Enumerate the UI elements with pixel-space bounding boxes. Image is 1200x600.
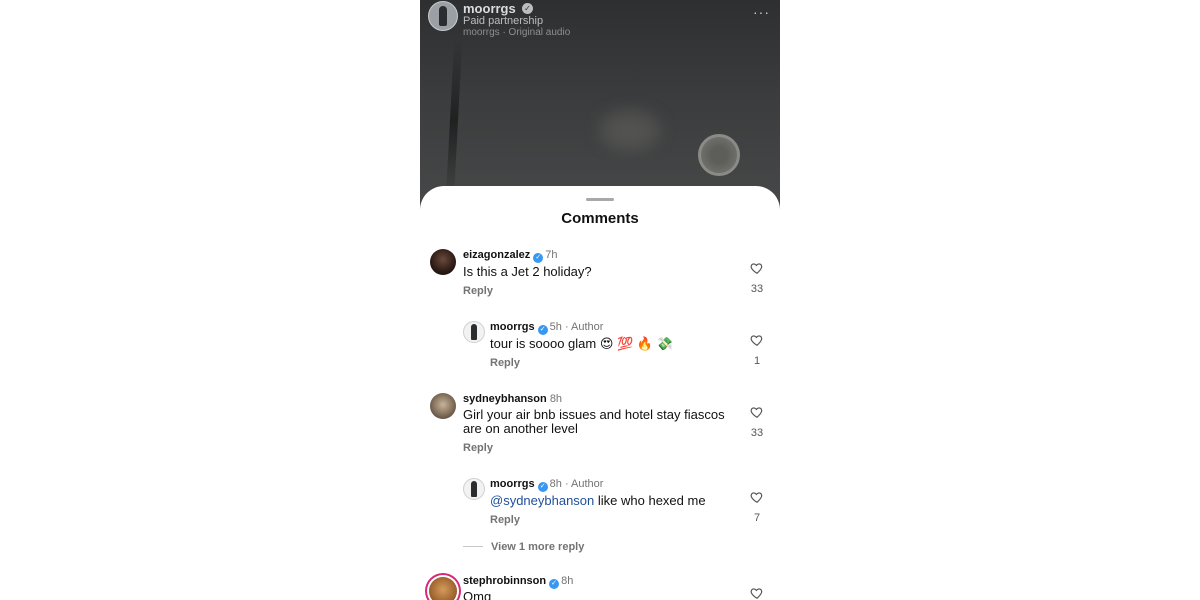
comment-username[interactable]: moorrgs <box>490 321 535 333</box>
reel-header: moorrgs ✓ Paid partnership moorrgs · Ori… <box>428 0 772 42</box>
reply-button[interactable]: Reply <box>490 514 520 526</box>
verified-icon: ✓ <box>522 3 533 14</box>
comment-meta: moorrgs ✓ 5h · Author <box>490 321 603 335</box>
like-count: 33 <box>750 283 764 295</box>
comment-username[interactable]: moorrgs <box>490 478 535 490</box>
mention-link[interactable]: @sydneybhanson <box>490 493 594 508</box>
reply-button[interactable]: Reply <box>463 285 493 297</box>
comment-text: tour is soooo glam 😍 💯 🔥 💸 <box>490 336 673 351</box>
comment-username[interactable]: sydneybhanson <box>463 393 547 405</box>
comment-text: Omg <box>463 589 492 600</box>
heart-icon[interactable] <box>750 405 764 419</box>
author-avatar[interactable] <box>428 1 458 31</box>
comment-avatar[interactable] <box>429 577 457 600</box>
reply-button[interactable]: Reply <box>490 357 520 369</box>
reply-button[interactable]: Reply <box>463 442 493 454</box>
comment-time: 8h <box>549 478 562 490</box>
phone-frame: moorrgs ✓ Paid partnership moorrgs · Ori… <box>420 0 780 600</box>
like-count: 7 <box>753 512 761 524</box>
video-sprinkler <box>698 134 740 176</box>
view-more-divider <box>463 546 483 547</box>
comment-avatar[interactable] <box>430 249 456 275</box>
comment-avatar[interactable] <box>430 393 456 419</box>
comment-meta: stephrobinnson ✓ 8h <box>463 575 573 589</box>
video-stain <box>600 110 660 150</box>
comment-username[interactable]: eizagonzalez <box>463 249 530 261</box>
comment-text: @sydneybhanson like who hexed me <box>490 494 740 508</box>
heart-icon[interactable] <box>750 261 764 275</box>
comment-text: Girl your air bnb issues and hotel stay … <box>463 407 725 436</box>
verified-icon: ✓ <box>549 579 560 589</box>
like-count: 1 <box>753 355 761 367</box>
comment-text: Is this a Jet 2 holiday? <box>463 264 592 279</box>
heart-icon[interactable] <box>750 490 764 504</box>
audio-label[interactable]: moorrgs · Original audio <box>463 27 570 38</box>
comment-meta: eizagonzalez ✓ 7h <box>463 249 558 263</box>
author-label: · Author <box>564 321 604 333</box>
view-more-replies-button[interactable]: View 1 more reply <box>491 541 584 553</box>
comment-text-body: like who hexed me <box>594 493 706 508</box>
comment-meta: moorrgs ✓ 8h · Author <box>490 478 603 492</box>
comment-meta: sydneybhanson 8h <box>463 393 562 405</box>
comment-username[interactable]: stephrobinnson <box>463 575 546 587</box>
author-label: · Author <box>564 478 604 490</box>
verified-icon: ✓ <box>533 253 544 263</box>
more-icon[interactable]: ··· <box>753 4 770 20</box>
heart-icon[interactable] <box>750 333 764 347</box>
heart-icon[interactable] <box>750 586 764 600</box>
verified-icon: ✓ <box>537 325 548 335</box>
comment-time: 5h <box>549 321 562 333</box>
like-count: 33 <box>750 427 764 439</box>
comment-avatar[interactable] <box>463 478 485 500</box>
comment-avatar[interactable] <box>463 321 485 343</box>
comment-time: 8h <box>549 393 563 405</box>
sheet-title: Comments <box>561 210 639 227</box>
sheet-drag-handle[interactable] <box>586 198 614 201</box>
video-wall-crack <box>445 39 463 201</box>
comment-time: 7h <box>545 249 558 261</box>
verified-icon: ✓ <box>537 482 548 492</box>
author-username[interactable]: moorrgs <box>463 1 516 16</box>
paid-partnership-label[interactable]: Paid partnership <box>463 15 543 27</box>
comment-time: 8h <box>561 575 574 587</box>
